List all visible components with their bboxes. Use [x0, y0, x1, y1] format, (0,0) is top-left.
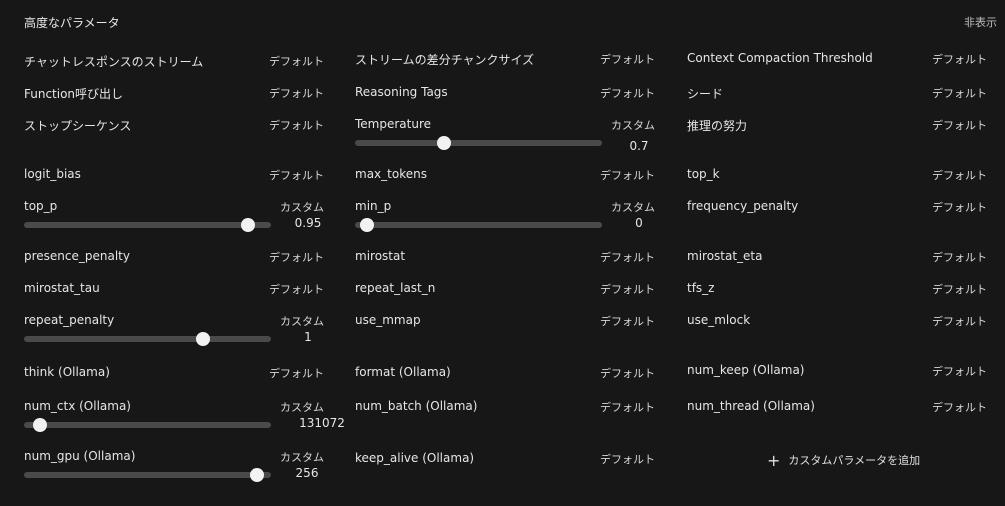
param-state-toggle[interactable]: デフォルト — [932, 399, 987, 415]
param-state-toggle[interactable]: デフォルト — [600, 451, 655, 467]
slider-thumb[interactable] — [33, 418, 48, 432]
param-name: tfs_z — [687, 281, 715, 295]
top-p-slider[interactable] — [24, 218, 271, 232]
param-name: format (Ollama) — [355, 365, 451, 379]
add-custom-parameter-button[interactable]: + カスタムパラメータを追加 — [767, 451, 920, 470]
param-state-toggle[interactable]: デフォルト — [932, 85, 987, 101]
param-name: think (Ollama) — [24, 365, 110, 379]
param-name: num_gpu (Ollama) — [24, 449, 136, 463]
param-name: min_p — [355, 199, 392, 213]
param-name: Reasoning Tags — [355, 85, 448, 99]
temperature-slider[interactable] — [355, 136, 602, 150]
param-name: ストップシーケンス — [24, 119, 132, 133]
add-custom-parameter-label: カスタムパラメータを追加 — [788, 454, 921, 467]
param-name: Function呼び出し — [24, 87, 124, 101]
param-name: チャットレスポンスのストリーム — [24, 55, 204, 69]
param-state-toggle[interactable]: デフォルト — [932, 363, 987, 379]
param-state-toggle[interactable]: デフォルト — [269, 53, 324, 69]
param-state-toggle[interactable]: デフォルト — [600, 313, 655, 329]
param-name: Temperature — [355, 117, 432, 131]
param-state-toggle[interactable]: カスタム — [280, 399, 324, 415]
param-state-toggle[interactable]: デフォルト — [932, 51, 987, 67]
param-state-toggle[interactable]: デフォルト — [600, 365, 655, 381]
param-name: presence_penalty — [24, 249, 130, 263]
param-name: num_keep (Ollama) — [687, 363, 805, 377]
param-value: 0 — [635, 216, 643, 230]
param-state-toggle[interactable]: デフォルト — [600, 85, 655, 101]
param-state-toggle[interactable]: デフォルト — [269, 365, 324, 381]
param-state-toggle[interactable]: デフォルト — [600, 249, 655, 265]
param-state-toggle[interactable]: カスタム — [611, 199, 655, 215]
param-name: mirostat_eta — [687, 249, 763, 263]
param-name: repeat_last_n — [355, 281, 436, 295]
param-value: 0.7 — [629, 139, 649, 153]
param-name: use_mlock — [687, 313, 751, 327]
param-name: max_tokens — [355, 167, 427, 181]
param-state-toggle[interactable]: デフォルト — [269, 249, 324, 265]
param-name: シード — [687, 87, 724, 101]
repeat-penalty-slider[interactable] — [24, 332, 271, 346]
param-name: mirostat — [355, 249, 406, 263]
param-state-toggle[interactable]: デフォルト — [600, 281, 655, 297]
slider-thumb[interactable] — [250, 468, 264, 482]
param-state-toggle[interactable]: デフォルト — [600, 399, 655, 415]
param-name: num_batch (Ollama) — [355, 399, 478, 413]
param-state-toggle[interactable]: デフォルト — [269, 281, 324, 297]
param-state-toggle[interactable]: カスタム — [280, 313, 324, 329]
param-state-toggle[interactable]: デフォルト — [932, 199, 987, 215]
param-name: top_p — [24, 199, 58, 213]
param-value: 131072 — [299, 416, 345, 430]
slider-thumb[interactable] — [196, 332, 211, 346]
num-ctx-slider[interactable] — [24, 418, 271, 432]
param-state-toggle[interactable]: デフォルト — [269, 85, 324, 101]
param-state-toggle[interactable]: デフォルト — [269, 167, 324, 183]
param-name: top_k — [687, 167, 720, 181]
plus-icon: + — [767, 451, 781, 470]
param-state-toggle[interactable]: デフォルト — [932, 249, 987, 265]
param-name: 推理の努力 — [687, 119, 748, 133]
param-state-toggle[interactable]: カスタム — [611, 117, 655, 133]
param-value: 256 — [295, 466, 319, 480]
slider-thumb[interactable] — [240, 218, 255, 232]
param-name: repeat_penalty — [24, 313, 115, 327]
param-state-toggle[interactable]: デフォルト — [932, 313, 987, 329]
param-state-toggle[interactable]: デフォルト — [932, 117, 987, 133]
param-name: logit_bias — [24, 167, 81, 181]
param-name: num_ctx (Ollama) — [24, 399, 131, 413]
param-state-toggle[interactable]: デフォルト — [600, 167, 655, 183]
param-state-toggle[interactable]: デフォルト — [932, 281, 987, 297]
param-name: mirostat_tau — [24, 281, 100, 295]
num-gpu-slider[interactable] — [24, 468, 271, 482]
param-name: Context Compaction Threshold — [687, 51, 873, 65]
param-name: ストリームの差分チャンクサイズ — [355, 53, 535, 67]
param-state-toggle[interactable]: カスタム — [280, 449, 324, 465]
param-name: frequency_penalty — [687, 199, 799, 213]
param-value: 0.95 — [294, 216, 322, 230]
param-state-toggle[interactable]: デフォルト — [269, 117, 324, 133]
hide-toggle-button[interactable]: 非表示 — [964, 14, 997, 30]
slider-thumb[interactable] — [436, 136, 451, 150]
param-value: 1 — [304, 330, 312, 344]
param-state-toggle[interactable]: カスタム — [280, 199, 324, 215]
param-state-toggle[interactable]: デフォルト — [932, 167, 987, 183]
slider-thumb[interactable] — [359, 218, 374, 232]
min-p-slider[interactable] — [355, 218, 602, 232]
param-name: num_thread (Ollama) — [687, 399, 815, 413]
param-name: use_mmap — [355, 313, 421, 327]
section-title: 高度なパラメータ — [24, 16, 120, 30]
param-state-toggle[interactable]: デフォルト — [600, 51, 655, 67]
param-name: keep_alive (Ollama) — [355, 451, 475, 465]
